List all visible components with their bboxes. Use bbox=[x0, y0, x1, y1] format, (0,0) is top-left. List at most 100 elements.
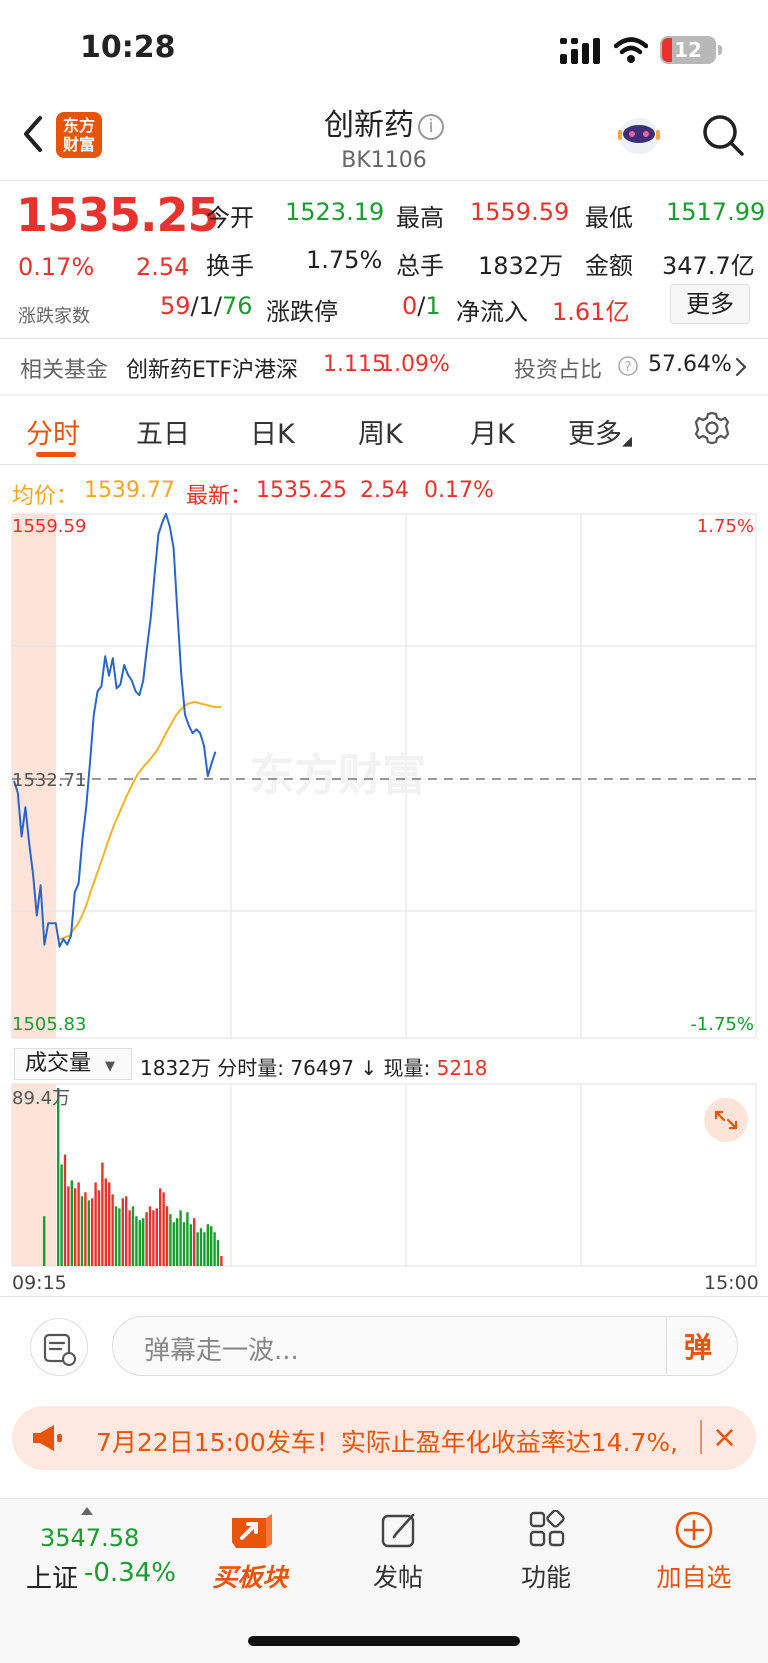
volume-bars-group bbox=[43, 1088, 223, 1266]
battery-level bbox=[662, 38, 672, 62]
tab-five-day[interactable]: 五日 bbox=[136, 412, 190, 451]
latest-change: 2.54 bbox=[360, 478, 409, 503]
volume-bar bbox=[148, 1206, 152, 1266]
volume-value: 1832万 bbox=[478, 252, 564, 280]
avg-price-value: 1539.77 bbox=[84, 478, 175, 503]
nav-post[interactable]: 发帖 bbox=[338, 1558, 458, 1594]
send-barrage-button[interactable]: 弹 bbox=[684, 1326, 712, 1366]
latest-label: 最新： bbox=[186, 484, 253, 509]
limit-value: 0/1 bbox=[402, 292, 441, 320]
y-top-pct: 1.75% bbox=[697, 516, 754, 537]
volume-bar bbox=[60, 1164, 63, 1266]
volume-bar bbox=[196, 1232, 199, 1266]
amount-value: 347.7亿 bbox=[662, 252, 755, 280]
volume-bar bbox=[135, 1216, 138, 1266]
limit-label: 涨跌停 bbox=[266, 298, 338, 326]
buy-sector-icon[interactable] bbox=[226, 1510, 276, 1554]
barrage-placeholder: 弹幕走一波... bbox=[144, 1336, 299, 1366]
svg-text:?: ? bbox=[625, 360, 632, 375]
volume-bar bbox=[57, 1088, 60, 1266]
volume-bar bbox=[210, 1226, 213, 1266]
robot-assistant-icon[interactable] bbox=[612, 112, 666, 158]
indicator-select[interactable]: 成交量 ▼ bbox=[14, 1048, 132, 1080]
volume-bar bbox=[179, 1210, 182, 1266]
index-pct[interactable]: -0.34% bbox=[84, 1558, 176, 1588]
index-value[interactable]: 3547.58 bbox=[40, 1524, 139, 1552]
info-icon[interactable]: i bbox=[418, 114, 444, 140]
y-mid-price: 1532.71 bbox=[12, 770, 86, 791]
open-label: 今开 bbox=[206, 204, 254, 232]
battery-cap bbox=[718, 45, 722, 55]
volume-bar bbox=[87, 1200, 90, 1266]
dropdown-arrow-icon: ▼ bbox=[105, 1059, 116, 1074]
volume-bar bbox=[74, 1188, 77, 1266]
volume-bar bbox=[199, 1228, 203, 1266]
tab-monthly-k[interactable]: 月K bbox=[470, 412, 515, 451]
volume-bar bbox=[114, 1206, 118, 1266]
volume-bar bbox=[145, 1212, 148, 1266]
intraday-price-chart[interactable]: 东方财富 1559.59 1532.71 1505.83 1.75% -1.75… bbox=[0, 508, 768, 1046]
turnover-label: 换手 bbox=[206, 252, 254, 280]
divider bbox=[0, 180, 768, 181]
divider bbox=[666, 1318, 667, 1374]
volume-bar bbox=[186, 1212, 189, 1266]
avg-price-line bbox=[58, 701, 222, 940]
volume-bar bbox=[84, 1192, 87, 1266]
tab-weekly-k[interactable]: 周K bbox=[358, 412, 403, 451]
nav-add-watchlist[interactable]: 加自选 bbox=[634, 1558, 754, 1594]
divider bbox=[0, 1296, 768, 1297]
time-end: 15:00 bbox=[704, 1272, 759, 1294]
volume-bar bbox=[43, 1216, 46, 1266]
barrage-settings-button[interactable] bbox=[30, 1318, 88, 1376]
current-price: 1535.25 bbox=[16, 188, 220, 242]
volume-bar bbox=[70, 1180, 73, 1266]
close-icon[interactable]: × bbox=[712, 1420, 737, 1455]
volume-chart[interactable]: 89.4万 bbox=[0, 1082, 768, 1268]
volume-bar bbox=[131, 1206, 135, 1266]
gear-icon[interactable] bbox=[694, 410, 730, 446]
nav-buy-sector[interactable]: 买板块 bbox=[190, 1558, 310, 1594]
more-button[interactable]: 更多 bbox=[670, 284, 750, 324]
volume-bar bbox=[169, 1214, 172, 1266]
add-watchlist-icon[interactable] bbox=[674, 1510, 714, 1550]
volume-bar bbox=[91, 1198, 94, 1266]
index-name[interactable]: 上证 bbox=[26, 1558, 78, 1595]
latest-pct: 0.17% bbox=[424, 478, 494, 503]
arrow-down-icon: ↓ bbox=[360, 1056, 378, 1080]
invest-ratio-label: 投资占比 bbox=[514, 358, 603, 383]
triangle-up-icon bbox=[81, 1507, 93, 1515]
volume-label: 总手 bbox=[396, 252, 444, 280]
chevron-right-icon[interactable] bbox=[734, 356, 748, 378]
updown-count: 59/1/76 bbox=[160, 292, 253, 320]
watermark: 东方财富 bbox=[250, 750, 426, 801]
status-time: 10:28 bbox=[80, 30, 176, 65]
volume-bar bbox=[159, 1188, 162, 1266]
tab-daily-k[interactable]: 日K bbox=[250, 412, 295, 451]
volume-bar bbox=[97, 1190, 101, 1266]
sector-name: 创新药 bbox=[324, 108, 414, 143]
edit-post-icon[interactable] bbox=[380, 1510, 420, 1550]
fund-pct: 1.09% bbox=[380, 352, 450, 377]
tab-more[interactable]: 更多◢ bbox=[568, 412, 632, 451]
volume-bar bbox=[220, 1256, 223, 1266]
turnover-value: 1.75% bbox=[306, 246, 383, 274]
open-value: 1523.19 bbox=[285, 198, 385, 226]
volume-bar bbox=[125, 1196, 128, 1266]
tab-intraday[interactable]: 分时 bbox=[26, 412, 80, 451]
volume-bar bbox=[189, 1224, 192, 1266]
low-value: 1517.99 bbox=[666, 198, 766, 226]
fund-name[interactable]: 创新药ETF沪港深 bbox=[126, 352, 298, 384]
volume-bar bbox=[128, 1210, 131, 1266]
megaphone-icon bbox=[33, 1425, 62, 1451]
expand-button[interactable] bbox=[704, 1098, 748, 1142]
updown-count-label: 涨跌家数 bbox=[18, 306, 90, 327]
volume-bar bbox=[152, 1210, 155, 1266]
invest-ratio-value: 57.64% bbox=[648, 352, 732, 377]
avg-price-label: 均价： bbox=[12, 484, 79, 509]
help-icon[interactable]: ? bbox=[618, 356, 638, 376]
search-icon[interactable] bbox=[700, 112, 746, 158]
nav-functions[interactable]: 功能 bbox=[486, 1558, 606, 1594]
volume-bar bbox=[121, 1198, 124, 1266]
functions-grid-icon[interactable] bbox=[528, 1510, 566, 1548]
y-bottom-price: 1505.83 bbox=[12, 1014, 86, 1035]
